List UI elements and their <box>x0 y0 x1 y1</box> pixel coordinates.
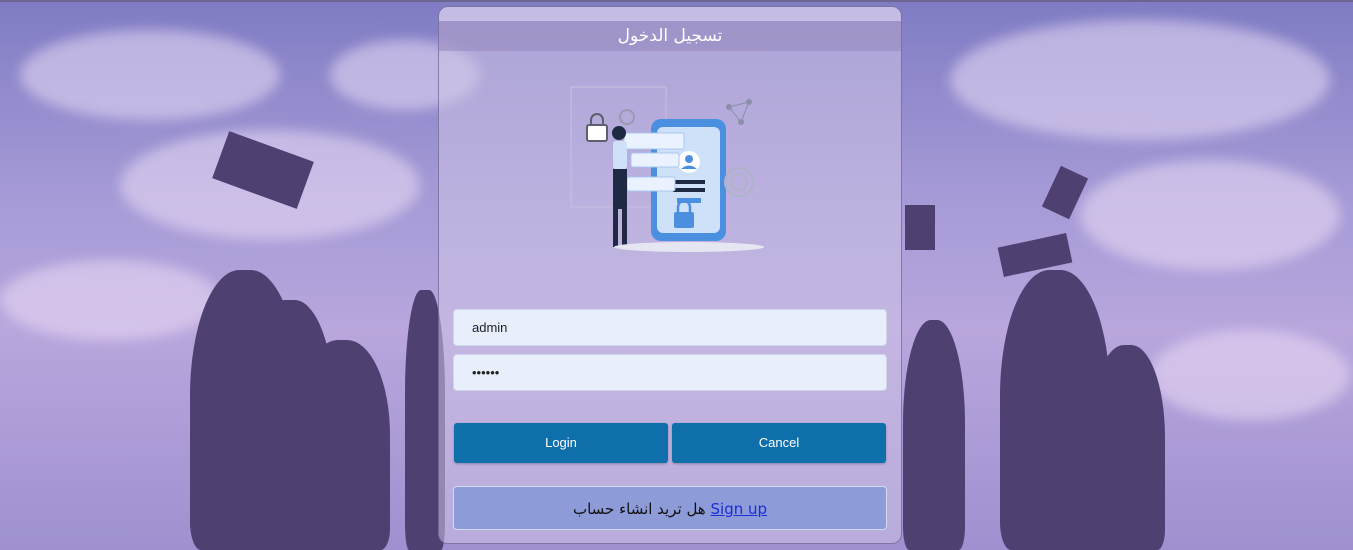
signup-prompt: هل تريد انشاء حساب <box>572 500 706 518</box>
cancel-button[interactable]: Cancel <box>672 423 886 463</box>
fingerprint-icon <box>724 167 754 197</box>
cloud <box>0 260 220 340</box>
graduate-silhouette <box>1090 345 1165 550</box>
graduate-silhouette <box>295 340 390 550</box>
login-title: تسجيل الدخول <box>439 21 901 51</box>
cloud <box>1080 160 1340 270</box>
lock-icon <box>674 212 694 228</box>
cloud <box>950 20 1330 140</box>
login-button[interactable]: Login <box>454 423 668 463</box>
signup-link[interactable]: Sign up <box>711 500 768 518</box>
password-input[interactable] <box>453 354 887 391</box>
cloud <box>1150 330 1350 420</box>
person-figure <box>612 126 626 140</box>
graduate-silhouette <box>903 320 965 550</box>
cloud <box>20 30 280 120</box>
top-border <box>0 0 1353 2</box>
card-top-strip <box>439 7 901 21</box>
login-card: تسجيل الدخول admin •••••• Login Cancel ه… <box>438 6 902 544</box>
graduation-cap <box>905 205 935 250</box>
signup-box: هل تريد انشاء حساب Sign up <box>453 486 887 530</box>
username-input[interactable] <box>453 309 887 346</box>
gear-icon <box>619 109 635 125</box>
login-illustration <box>570 86 764 252</box>
lock-icon <box>586 124 608 142</box>
